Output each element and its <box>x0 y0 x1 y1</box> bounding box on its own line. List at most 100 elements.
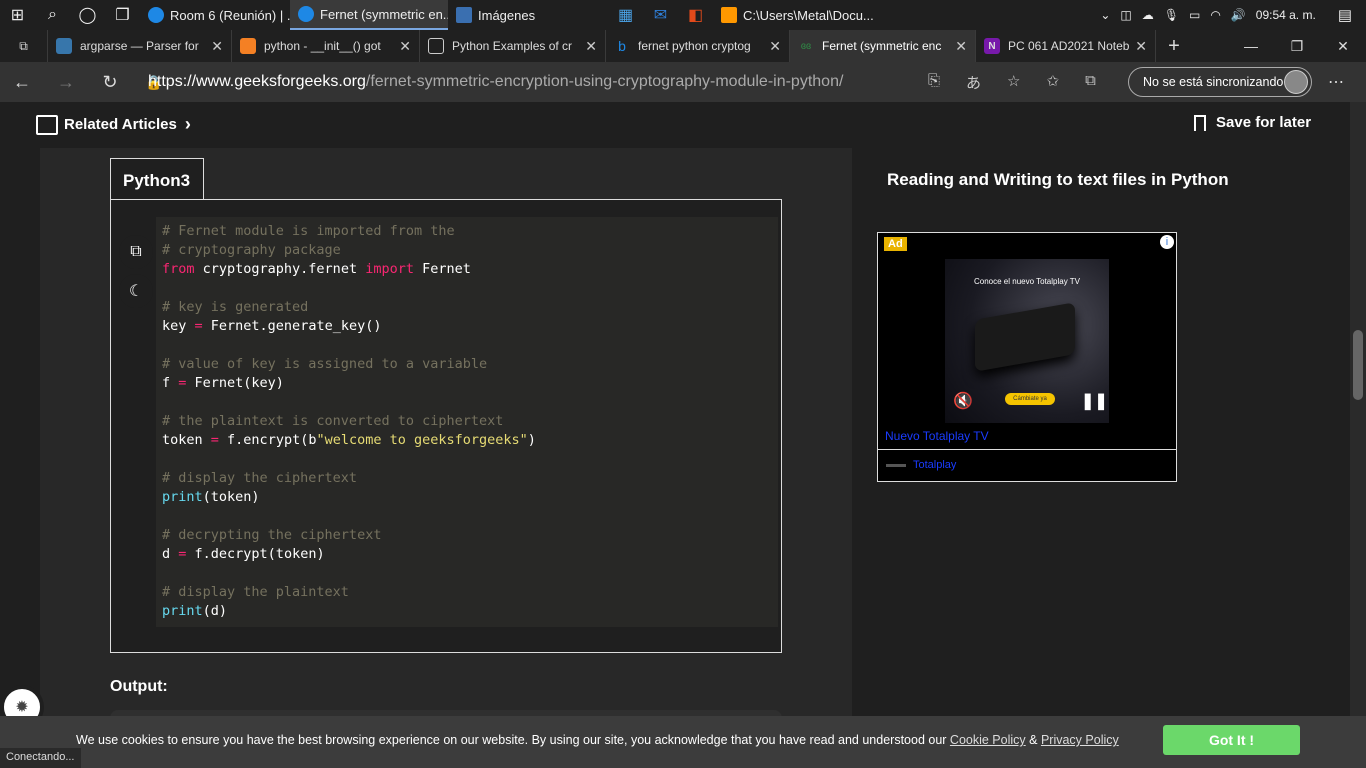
close-icon[interactable]: ✕ <box>211 38 223 55</box>
translate-icon[interactable]: あ <box>966 72 981 93</box>
advertisement[interactable]: Ad i Conoce el nuevo Totalplay TV Cámbia… <box>877 232 1177 482</box>
ad-brand-link[interactable]: Totalplay <box>913 459 956 471</box>
settings-icon[interactable]: ✹ <box>0 685 44 716</box>
notifications-icon[interactable]: ▤ <box>1338 6 1352 24</box>
browser-tab-3[interactable]: b fernet python cryptog ✕ <box>606 30 790 62</box>
browser-tab-5[interactable]: N PC 061 AD2021 Noteb ✕ <box>976 30 1156 62</box>
address-bar: ← → ↻ 🔒 https://www.geeksforgeeks.org/fe… <box>0 62 1366 102</box>
close-icon[interactable]: ✕ <box>399 38 411 55</box>
taskbar-app-1[interactable]: Fernet (symmetric en... <box>290 0 448 30</box>
totalplay-logo-icon <box>886 464 906 467</box>
taskbar-app-0[interactable]: Room 6 (Reunión) | ... <box>140 0 290 30</box>
tab-python3[interactable]: Python3 <box>110 158 204 200</box>
browser-tab-2[interactable]: Python Examples of cr ✕ <box>420 30 606 62</box>
browser-tab-bar: ⧉ argparse — Parser for ✕ python - __init… <box>0 30 1366 62</box>
pause-icon[interactable]: ❚❚ <box>1081 391 1108 411</box>
stackoverflow-icon <box>240 38 256 54</box>
tab-actions-icon[interactable]: ⧉ <box>0 30 48 62</box>
scrollbar[interactable] <box>1350 102 1366 768</box>
code-line: # Fernet module is imported from the <box>162 223 455 239</box>
related-articles-button[interactable]: Related Articles › <box>36 114 191 135</box>
save-for-later-button[interactable]: Save for later <box>1194 114 1311 131</box>
store-icon[interactable]: ▦ <box>608 0 643 30</box>
python-icon <box>56 38 72 54</box>
clock-time[interactable]: 09:54 a. m. <box>1256 8 1316 22</box>
sublime-icon <box>721 7 737 23</box>
code-line: # the plaintext is converted to cipherte… <box>162 413 504 429</box>
code-line: from cryptography.fernet import Fernet <box>162 261 471 277</box>
photos-icon <box>456 7 472 23</box>
wifi-icon[interactable]: ◠ <box>1210 8 1220 22</box>
window-controls: — ❐ ✕ <box>1228 38 1366 55</box>
ad-link[interactable]: Nuevo Totalplay TV <box>885 429 989 443</box>
favorites-icon[interactable]: ✩ <box>1046 72 1059 93</box>
taskbar-app-2[interactable]: Imágenes <box>448 0 608 30</box>
cortana-icon[interactable]: ◯ <box>70 0 105 30</box>
code-line: # cryptography package <box>162 242 341 258</box>
info-icon[interactable]: i <box>1160 235 1174 249</box>
ad-image[interactable]: Conoce el nuevo Totalplay TV Cámbiate ya… <box>945 259 1109 423</box>
ad-headline: Conoce el nuevo Totalplay TV <box>974 277 1080 286</box>
code-line: # key is generated <box>162 299 309 315</box>
status-bar: Conectando... <box>0 748 81 768</box>
code-line: print(token) <box>162 489 260 505</box>
privacy-policy-link[interactable]: Privacy Policy <box>1041 733 1119 747</box>
url-field[interactable]: https://www.geeksforgeeks.org/fernet-sym… <box>148 68 978 96</box>
related-article-link[interactable]: Reading and Writing to text files in Pyt… <box>887 170 1229 190</box>
taskbar-app-3[interactable]: C:\Users\Metal\Docu... <box>713 0 873 30</box>
ad-badge: Ad <box>884 237 907 251</box>
browser-tab-0[interactable]: argparse — Parser for ✕ <box>48 30 232 62</box>
restore-icon[interactable]: ❐ <box>1274 38 1320 55</box>
office-icon[interactable]: ◧ <box>678 0 713 30</box>
battery-icon[interactable]: ▭ <box>1189 8 1200 22</box>
mail-icon[interactable]: ✉ <box>643 0 678 30</box>
volume-icon[interactable]: 🔊 <box>1231 8 1246 22</box>
set-top-box-image <box>975 302 1075 372</box>
close-icon[interactable]: ✕ <box>955 38 967 55</box>
avatar <box>1284 70 1308 94</box>
bookmark-icon <box>1194 114 1206 131</box>
chevron-right-icon: › <box>184 114 191 134</box>
back-icon[interactable]: ← <box>0 72 44 93</box>
close-icon[interactable]: ✕ <box>769 38 781 55</box>
code-line: d = f.decrypt(token) <box>162 546 325 562</box>
url-actions: ⎘ あ ☆ ✩ ⧉ <box>928 72 1096 93</box>
new-tab-icon[interactable]: + <box>1156 30 1192 62</box>
code-line: # display the plaintext <box>162 584 349 600</box>
task-view-icon[interactable]: ❐ <box>105 0 140 30</box>
articles-icon <box>36 114 58 135</box>
cookie-message: We use cookies to ensure you have the be… <box>76 733 1119 747</box>
close-icon[interactable]: ✕ <box>1135 38 1147 55</box>
windows-start-icon[interactable]: ⊞ <box>0 0 35 30</box>
close-window-icon[interactable]: ✕ <box>1320 38 1366 55</box>
ad-cta-button[interactable]: Cámbiate ya <box>1005 393 1055 405</box>
copy-icon[interactable]: ⧉ <box>119 235 153 269</box>
camera-icon[interactable]: ◫ <box>1120 8 1131 22</box>
webpage: Related Articles › Save for later Python… <box>0 102 1350 716</box>
url-host: https://www.geeksforgeeks.org <box>148 73 366 90</box>
browser-tab-4[interactable]: ɞɞ Fernet (symmetric enc ✕ <box>790 30 976 62</box>
collections-icon[interactable]: ⧉ <box>1085 72 1096 93</box>
edge-icon <box>298 6 314 22</box>
minimize-icon[interactable]: — <box>1228 38 1274 55</box>
forward-icon[interactable]: → <box>44 72 88 93</box>
cookie-policy-link[interactable]: Cookie Policy <box>950 733 1026 747</box>
profile-sync-button[interactable]: No se está sincronizando <box>1128 67 1312 97</box>
refresh-icon[interactable]: ↻ <box>88 72 132 93</box>
search-icon[interactable]: ⌕ <box>35 0 70 30</box>
chevron-up-icon[interactable]: ⌄ <box>1100 8 1110 22</box>
browser-tab-1[interactable]: python - __init__() got ✕ <box>232 30 420 62</box>
divider <box>878 449 1176 450</box>
scrollbar-thumb[interactable] <box>1353 330 1363 400</box>
got-it-button[interactable]: Got It ! <box>1163 725 1300 755</box>
mic-icon[interactable]: 🎙 <box>1164 8 1179 22</box>
document-icon <box>428 38 444 54</box>
more-icon[interactable]: ⋯ <box>1328 72 1344 92</box>
add-favorite-icon[interactable]: ☆ <box>1007 72 1020 93</box>
mute-icon[interactable]: 🔇 <box>953 391 973 411</box>
code-line: f = Fernet(key) <box>162 375 284 391</box>
dark-mode-icon[interactable]: ☾ <box>119 274 153 308</box>
close-icon[interactable]: ✕ <box>585 38 597 55</box>
onedrive-icon[interactable]: ☁ <box>1142 8 1154 22</box>
reader-icon[interactable]: ⎘ <box>928 72 940 93</box>
